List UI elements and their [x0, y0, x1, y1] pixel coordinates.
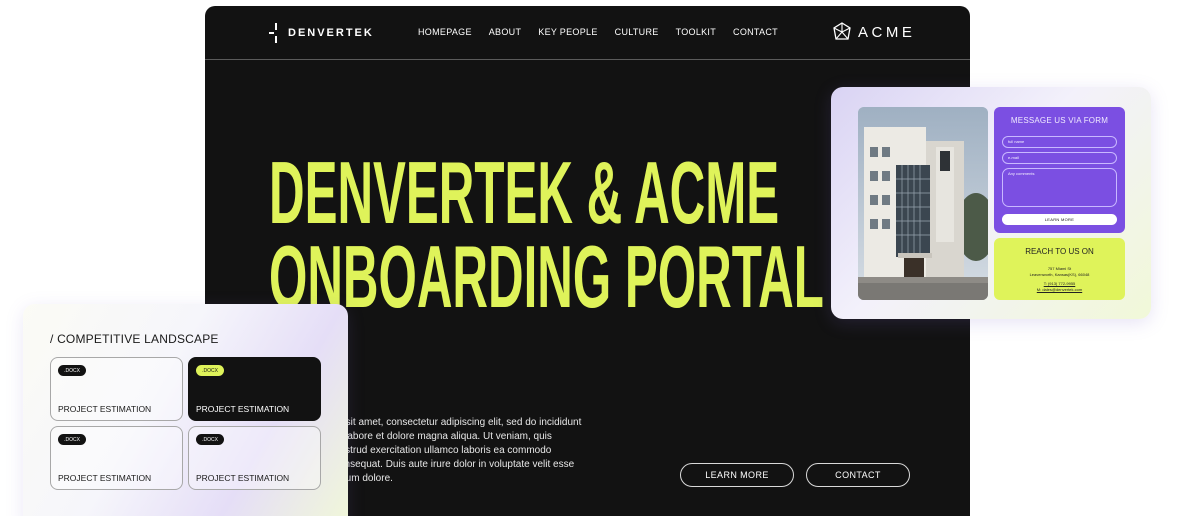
- acme-logo[interactable]: ACME: [832, 22, 915, 42]
- document-title: PROJECT ESTIMATION: [196, 473, 290, 483]
- document-title: PROJECT ESTIMATION: [196, 404, 290, 414]
- competitive-landscape-card: / COMPETITIVE LANDSCAPE .DOCX PROJECT ES…: [23, 304, 348, 516]
- nav-culture[interactable]: CULTURE: [615, 27, 659, 37]
- building-illustration: [858, 107, 988, 300]
- file-type-badge: .DOCX: [58, 365, 86, 376]
- top-navigation: DENVERTEK HOMEPAGE ABOUT KEY PEOPLE CULT…: [205, 6, 970, 60]
- address-line-2: Leavenworth, Kansas(KS), 66048: [1029, 272, 1090, 277]
- nav-homepage[interactable]: HOMEPAGE: [418, 27, 472, 37]
- full-name-field[interactable]: full name: [1002, 136, 1117, 148]
- document-title: PROJECT ESTIMATION: [58, 404, 152, 414]
- stage: DENVERTEK HOMEPAGE ABOUT KEY PEOPLE CULT…: [0, 0, 1177, 516]
- file-type-badge: .DOCX: [58, 434, 86, 445]
- acme-logo-icon: [833, 22, 851, 40]
- document-tile[interactable]: .DOCX PROJECT ESTIMATION: [50, 426, 183, 490]
- building-photo: [858, 107, 988, 300]
- nav-about[interactable]: ABOUT: [489, 27, 522, 37]
- partner-name: ACME: [858, 23, 916, 41]
- comments-field[interactable]: Any comments: [1002, 168, 1117, 207]
- contact-card: MESSAGE US VIA FORM full name e-mail Any…: [831, 87, 1151, 319]
- denvertek-logo-icon: [269, 23, 283, 43]
- contact-button[interactable]: CONTACT: [806, 463, 910, 487]
- email-link[interactable]: M: dales@denvertek.com: [994, 287, 1125, 293]
- form-submit-button[interactable]: LEARN MORE: [1002, 214, 1117, 225]
- reach-title: REACH TO US ON: [1025, 247, 1094, 256]
- message-form: MESSAGE US VIA FORM full name e-mail Any…: [994, 107, 1125, 233]
- denvertek-logo[interactable]: DENVERTEK: [269, 22, 374, 44]
- hero-title: DENVERTEK & ACME ONBOARDING PORTAL: [269, 143, 824, 321]
- learn-more-button[interactable]: LEARN MORE: [680, 463, 794, 487]
- file-type-badge: .DOCX: [196, 434, 224, 445]
- nav-contact[interactable]: CONTACT: [733, 27, 778, 37]
- file-type-badge: .DOCX: [196, 365, 224, 376]
- email-field[interactable]: e-mail: [1002, 152, 1117, 164]
- hero-title-line-1: DENVERTEK & ACME: [269, 143, 780, 242]
- reach-us-panel: REACH TO US ON 757 Miami St Leavenworth,…: [994, 238, 1125, 300]
- nav-links: HOMEPAGE ABOUT KEY PEOPLE CULTURE TOOLKI…: [418, 27, 795, 37]
- form-title: MESSAGE US VIA FORM: [1010, 116, 1109, 125]
- nav-key-people[interactable]: KEY PEOPLE: [538, 27, 597, 37]
- document-title: PROJECT ESTIMATION: [58, 473, 152, 483]
- document-tile-selected[interactable]: .DOCX PROJECT ESTIMATION: [188, 357, 321, 421]
- landscape-title: / COMPETITIVE LANDSCAPE: [50, 332, 219, 346]
- hero-body-text: or sit amet, consectetur adipiscing elit…: [334, 417, 582, 484]
- document-tile[interactable]: .DOCX PROJECT ESTIMATION: [188, 426, 321, 490]
- nav-toolkit[interactable]: TOOLKIT: [676, 27, 716, 37]
- brand-name: DENVERTEK: [288, 27, 374, 39]
- document-tile[interactable]: .DOCX PROJECT ESTIMATION: [50, 357, 183, 421]
